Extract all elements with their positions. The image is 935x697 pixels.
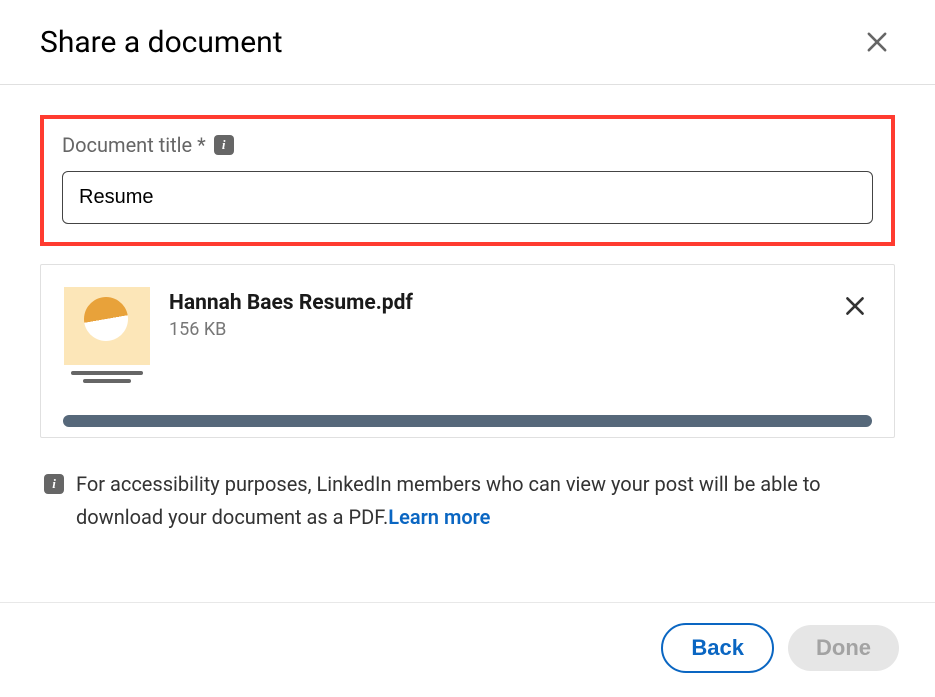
- file-row: Hannah Baes Resume.pdf 156 KB: [63, 287, 872, 387]
- note-text-wrapper: For accessibility purposes, LinkedIn mem…: [76, 468, 875, 534]
- title-field-label-row: Document title * i: [62, 133, 873, 157]
- share-document-modal: Share a document Document title * i: [0, 0, 935, 697]
- modal-header: Share a document: [0, 0, 935, 85]
- modal-body: Document title * i Hannah Baes Resume.pd…: [0, 85, 935, 602]
- remove-file-button[interactable]: [838, 289, 872, 323]
- file-thumbnail: [63, 287, 151, 387]
- upload-progress-bar: [63, 415, 872, 427]
- document-icon: [64, 287, 150, 365]
- modal-title: Share a document: [40, 25, 283, 60]
- title-field-highlight: Document title * i: [40, 115, 895, 246]
- file-name: Hannah Baes Resume.pdf: [169, 291, 820, 315]
- document-title-input[interactable]: [62, 171, 873, 224]
- done-button[interactable]: Done: [788, 625, 899, 671]
- file-attachment-card: Hannah Baes Resume.pdf 156 KB: [40, 264, 895, 438]
- title-field-label: Document title *: [62, 133, 206, 157]
- close-button[interactable]: [859, 24, 895, 60]
- back-button[interactable]: Back: [661, 623, 774, 673]
- info-icon: i: [44, 474, 64, 494]
- file-size: 156 KB: [169, 319, 820, 340]
- file-info: Hannah Baes Resume.pdf 156 KB: [169, 287, 820, 340]
- learn-more-link[interactable]: Learn more: [388, 505, 490, 529]
- accessibility-note: i For accessibility purposes, LinkedIn m…: [40, 468, 895, 534]
- close-icon: [842, 293, 868, 319]
- thumbnail-lines: [71, 371, 143, 383]
- info-icon[interactable]: i: [214, 135, 234, 155]
- modal-footer: Back Done: [0, 602, 935, 697]
- close-icon: [863, 28, 891, 56]
